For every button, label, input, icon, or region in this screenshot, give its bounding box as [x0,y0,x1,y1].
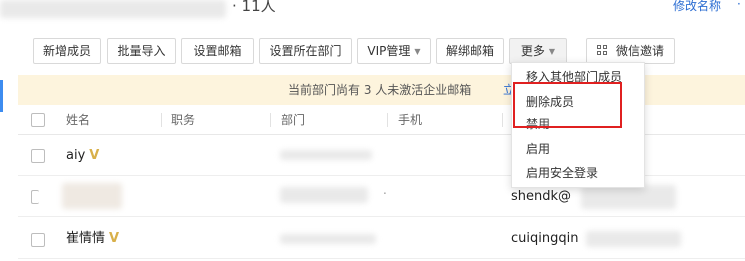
column-phone: 手机 [398,113,423,127]
rename-link[interactable]: 修改名称 [673,0,721,14]
member-name-text: aiy [66,148,86,163]
add-member-label: 新增成员 [42,44,91,58]
row-checkbox[interactable] [31,190,39,204]
column-title: 职务 [171,113,196,127]
member-name: 崔情情 V [66,219,119,259]
wechat-invite-button[interactable]: 微信邀请 [586,38,675,64]
department-name-blurred [0,0,226,18]
vip-badge-icon: V [109,231,120,246]
dot-separator: . [383,183,387,197]
column-divider [387,113,388,127]
wechat-invite-label: 微信邀请 [615,44,664,58]
email-blurred [581,185,676,209]
sidebar-accent [0,80,3,112]
select-all-checkbox[interactable] [31,113,45,127]
member-count: · 11人 [232,0,276,15]
column-name: 姓名 [66,113,91,127]
unbind-email-button[interactable]: 解绑邮箱 [436,38,504,64]
vip-manage-label: VIP管理 [367,44,411,58]
row-checkbox[interactable] [31,149,45,163]
email-blurred [586,231,681,247]
column-department: 部门 [281,113,306,127]
more-button[interactable]: 更多 ▼ [509,38,567,64]
highlight-box [513,82,622,128]
notice-text: 当前部门尚有 3 人未激活企业邮箱 [288,83,472,97]
table-row[interactable]: 崔情情 V cuiqingqin [18,219,745,259]
member-email: cuiqingqin [511,231,579,246]
vip-badge-icon: V [89,148,100,163]
batch-import-button[interactable]: 批量导入 [107,38,176,64]
unbind-email-label: 解绑邮箱 [445,44,494,58]
column-divider [502,113,503,127]
department-blurred [280,234,376,244]
set-department-label: 设置所在部门 [269,44,342,58]
department-blurred [280,150,372,160]
set-email-button[interactable]: 设置邮箱 [181,38,254,64]
row-checkbox[interactable] [31,233,45,247]
member-name-blurred [62,183,122,209]
set-department-button[interactable]: 设置所在部门 [259,38,352,64]
column-divider [270,113,271,127]
column-divider [161,113,162,127]
member-name: aiy V [66,136,99,176]
batch-import-label: 批量导入 [117,44,166,58]
department-blurred [280,187,368,203]
vip-manage-button[interactable]: VIP管理 ▼ [357,38,431,64]
grid-icon [596,45,608,56]
page-header: · 11人 修改名称 · [0,0,745,30]
menu-item-enable[interactable]: 启用 [526,140,550,157]
rename-extra-link[interactable]: · [737,0,741,11]
menu-item-enable-secure-login[interactable]: 启用安全登录 [526,164,598,181]
member-name-text: 崔情情 [66,231,106,246]
add-member-button[interactable]: 新增成员 [33,38,101,64]
caret-down-icon: ▼ [414,46,421,56]
caret-down-icon: ▼ [548,46,556,56]
more-label: 更多 [520,44,545,58]
set-email-label: 设置邮箱 [193,44,242,58]
